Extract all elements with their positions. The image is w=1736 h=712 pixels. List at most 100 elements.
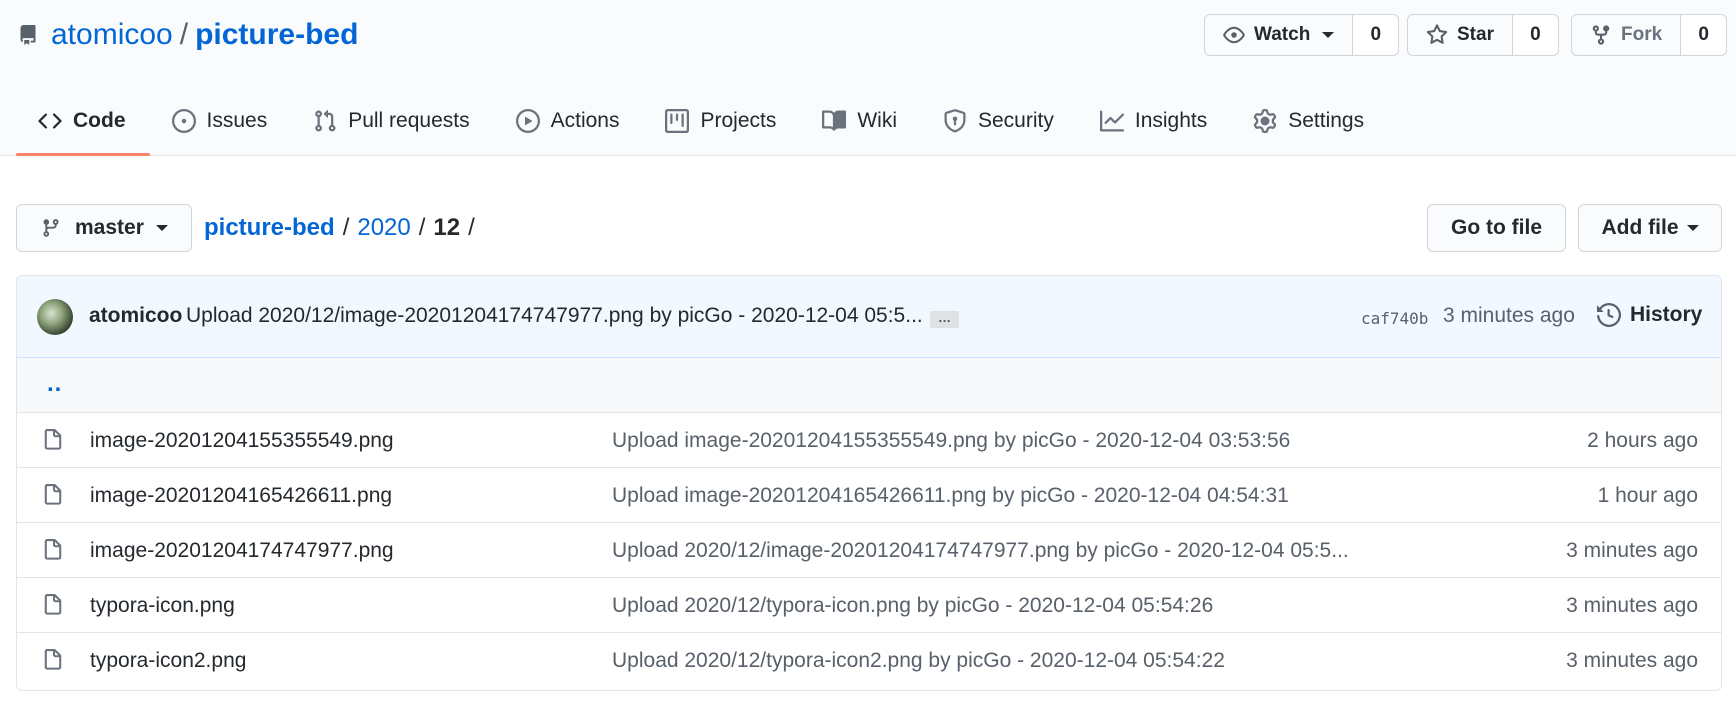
avatar[interactable] — [37, 299, 73, 335]
table-row: image-20201204174747977.png Upload 2020/… — [17, 523, 1721, 578]
tab-security[interactable]: Security — [921, 93, 1078, 149]
repo-tabs: Code Issues Pull requests Actions Projec… — [16, 93, 1388, 156]
file-name-link[interactable]: image-20201204174747977.png — [90, 539, 394, 563]
file-list: atomicoo Upload 2020/12/image-2020120417… — [16, 275, 1722, 691]
history-label: History — [1630, 303, 1703, 326]
file-name-link[interactable]: typora-icon2.png — [90, 649, 246, 673]
table-row: image-20201204155355549.png Upload image… — [17, 413, 1721, 468]
file-name-link[interactable]: image-20201204155355549.png — [90, 429, 394, 453]
parent-directory-row: .. — [17, 358, 1721, 413]
add-file-label: Add file — [1601, 216, 1679, 239]
fork-label: Fork — [1621, 24, 1663, 45]
watch-group: Watch 0 — [1204, 14, 1400, 56]
history-link[interactable]: History — [1597, 303, 1702, 327]
star-button[interactable]: Star — [1408, 15, 1513, 55]
tab-code[interactable]: Code — [16, 93, 150, 156]
branch-icon — [43, 219, 59, 237]
repo-title: atomicoo / picture-bed — [18, 14, 358, 56]
table-row: typora-icon2.png Upload 2020/12/typora-i… — [17, 633, 1721, 688]
tab-wiki[interactable]: Wiki — [800, 93, 921, 149]
code-icon — [38, 113, 62, 129]
pull-request-icon — [315, 109, 336, 132]
breadcrumb-separator: / — [342, 214, 350, 241]
star-count[interactable]: 0 — [1512, 15, 1558, 55]
commit-author-link[interactable]: atomicoo — [89, 304, 182, 328]
breadcrumb-current: 12 — [433, 214, 461, 241]
file-icon — [44, 429, 62, 450]
fork-button[interactable]: Fork — [1572, 15, 1682, 55]
book-icon — [822, 110, 847, 131]
latest-commit-bar: atomicoo Upload 2020/12/image-2020120417… — [17, 276, 1721, 358]
eye-icon — [1223, 26, 1245, 44]
breadcrumb-separator: / — [468, 214, 475, 241]
file-commit-message-link[interactable]: Upload image-20201204165426611.png by pi… — [612, 484, 1289, 508]
shield-icon — [944, 109, 966, 133]
watch-label: Watch — [1254, 24, 1311, 45]
fork-count[interactable]: 0 — [1681, 15, 1727, 55]
commit-sha-link[interactable]: caf740b — [1361, 309, 1428, 328]
caret-down-icon — [155, 225, 168, 231]
file-age: 3 minutes ago — [1566, 649, 1698, 672]
breadcrumb-root-link[interactable]: picture-bed — [204, 214, 335, 242]
fork-icon — [1592, 25, 1610, 45]
star-group: Star 0 — [1407, 14, 1559, 56]
add-file-button[interactable]: Add file — [1578, 204, 1722, 252]
fork-group: Fork 0 — [1571, 14, 1728, 56]
tab-insights[interactable]: Insights — [1078, 93, 1231, 149]
tab-settings[interactable]: Settings — [1231, 93, 1388, 149]
breadcrumb-separator: / — [418, 214, 426, 241]
history-icon — [1597, 303, 1621, 327]
file-icon — [44, 649, 62, 670]
tab-code-label: Code — [73, 109, 126, 132]
repo-owner-link[interactable]: atomicoo — [51, 18, 173, 52]
file-age: 1 hour ago — [1597, 484, 1698, 507]
tab-issues-label: Issues — [206, 109, 268, 132]
tab-actions-label: Actions — [550, 109, 620, 132]
project-icon — [665, 109, 690, 133]
go-to-file-button[interactable]: Go to file — [1427, 204, 1566, 252]
file-age: 3 minutes ago — [1566, 539, 1698, 562]
tab-insights-label: Insights — [1134, 109, 1208, 132]
tab-pull-requests[interactable]: Pull requests — [291, 93, 493, 149]
star-icon — [1426, 24, 1448, 44]
issue-icon — [171, 109, 196, 133]
star-label: Star — [1457, 24, 1494, 45]
commit-time: 3 minutes ago — [1443, 304, 1575, 327]
tab-security-label: Security — [978, 109, 1054, 132]
file-icon — [44, 484, 62, 505]
breadcrumb-year-link[interactable]: 2020 — [357, 214, 410, 242]
repo-icon — [18, 23, 38, 47]
file-age: 3 minutes ago — [1566, 594, 1698, 617]
table-row: image-20201204165426611.png Upload image… — [17, 468, 1721, 523]
file-commit-message-link[interactable]: Upload 2020/12/typora-icon.png by picGo … — [612, 594, 1213, 618]
branch-name: master — [75, 216, 144, 239]
tab-wiki-label: Wiki — [857, 109, 897, 132]
watch-count[interactable]: 0 — [1353, 15, 1399, 55]
tab-projects-label: Projects — [700, 109, 777, 132]
caret-down-icon — [1686, 225, 1699, 231]
graph-icon — [1099, 110, 1124, 132]
play-icon — [515, 109, 540, 133]
tab-projects[interactable]: Projects — [643, 93, 800, 149]
file-commit-message-link[interactable]: Upload image-20201204155355549.png by pi… — [612, 429, 1290, 453]
repo-header: atomicoo / picture-bed Watch 0 Star 0 Fo… — [0, 0, 1736, 156]
expand-commit-message-button[interactable]: … — [930, 311, 959, 328]
file-commit-message-link[interactable]: Upload 2020/12/typora-icon2.png by picGo… — [612, 649, 1225, 673]
table-row: typora-icon.png Upload 2020/12/typora-ic… — [17, 578, 1721, 633]
tab-settings-label: Settings — [1288, 109, 1365, 132]
file-age: 2 hours ago — [1587, 429, 1698, 452]
caret-down-icon — [1322, 32, 1335, 38]
repo-name-link[interactable]: picture-bed — [195, 18, 358, 52]
file-name-link[interactable]: typora-icon.png — [90, 594, 235, 618]
parent-directory-link[interactable]: .. — [47, 370, 62, 398]
file-name-link[interactable]: image-20201204165426611.png — [90, 484, 392, 508]
repo-title-separator: / — [179, 18, 189, 51]
breadcrumb: picture-bed / 2020 / 12 / — [204, 210, 483, 246]
watch-button[interactable]: Watch — [1205, 15, 1354, 55]
gear-icon — [1254, 109, 1277, 133]
branch-select-button[interactable]: master — [16, 204, 192, 252]
file-commit-message-link[interactable]: Upload 2020/12/image-20201204174747977.p… — [612, 539, 1349, 563]
commit-message-link[interactable]: Upload 2020/12/image-20201204174747977.p… — [186, 304, 923, 328]
tab-actions[interactable]: Actions — [494, 93, 644, 149]
tab-issues[interactable]: Issues — [150, 93, 292, 149]
